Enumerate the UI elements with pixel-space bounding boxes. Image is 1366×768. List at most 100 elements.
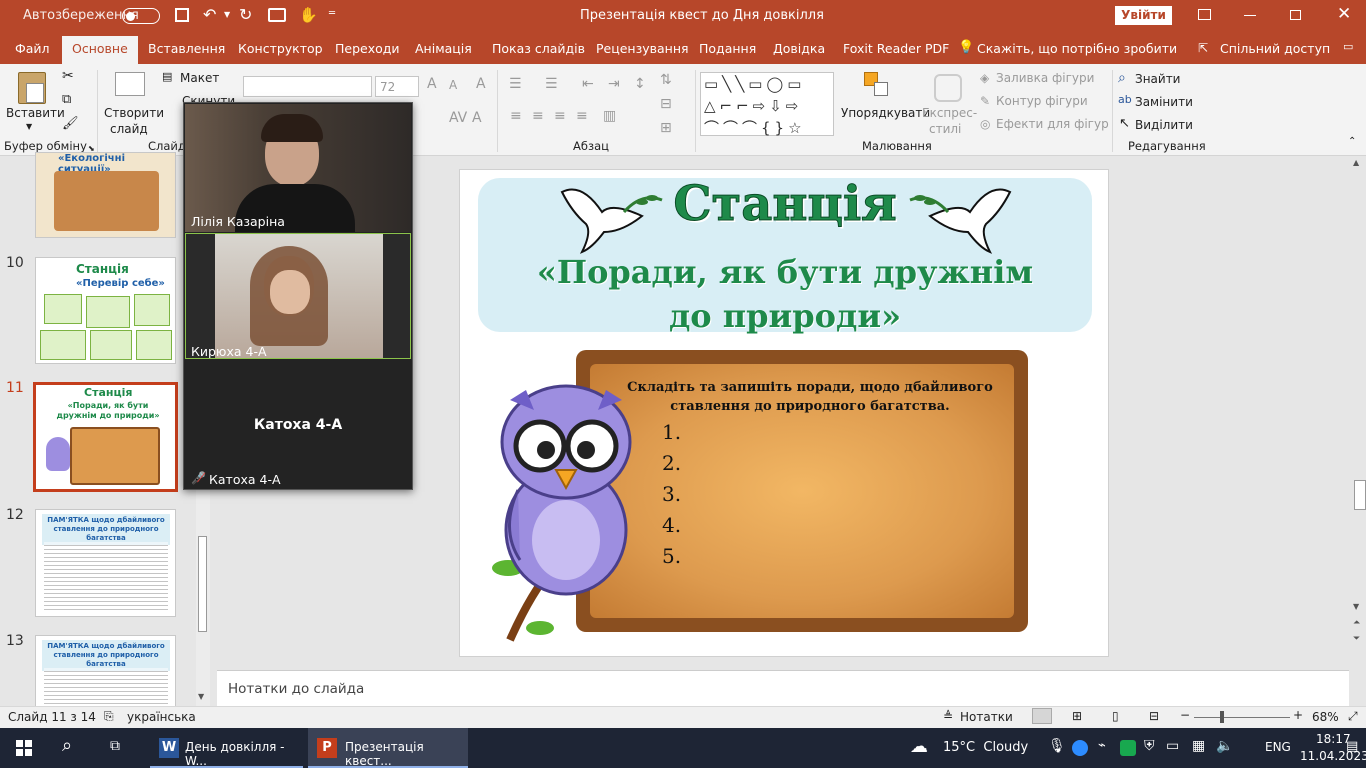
tab-transitions[interactable]: Переходи (335, 41, 400, 56)
shape-fill-button[interactable]: Заливка фігури (996, 71, 1094, 85)
new-slide-button-line2[interactable]: слайд (110, 122, 148, 136)
notes-pane[interactable]: Нотатки до слайда (217, 670, 1349, 706)
tray-app-icon[interactable] (1120, 740, 1136, 756)
editor-scroll-up-icon[interactable]: ▲ (1353, 158, 1359, 167)
windows-start-icon[interactable] (16, 740, 32, 756)
increase-font-icon[interactable]: A (427, 76, 437, 92)
paste-button[interactable]: Вставити (6, 106, 65, 120)
character-spacing-icon[interactable]: AV (449, 110, 467, 126)
select-button[interactable]: Виділити (1135, 118, 1193, 132)
cut-icon[interactable]: ✂ (62, 68, 74, 84)
board-task-text[interactable]: Складіть та запишіть поради, щодо дбайли… (610, 378, 1010, 416)
slideshow-view-icon[interactable]: ⊟ (1149, 709, 1159, 723)
autosave-toggle[interactable] (122, 8, 160, 24)
layout-button[interactable]: Макет (180, 71, 219, 85)
align-left-icon[interactable]: ≡ (510, 108, 522, 124)
tab-review[interactable]: Рецензування (596, 41, 689, 56)
redo-icon[interactable]: ↻ (239, 5, 252, 24)
font-color-icon[interactable]: A (472, 110, 482, 126)
ribbon-display-options-icon[interactable] (1198, 9, 1211, 20)
tab-animations[interactable]: Анімація (415, 41, 472, 56)
close-icon[interactable]: ✕ (1337, 4, 1351, 24)
list-item-1[interactable]: 1. (662, 420, 681, 444)
columns-icon[interactable]: ▥ (603, 108, 616, 124)
arrange-button[interactable]: Упорядкувати (841, 106, 930, 120)
prev-slide-icon[interactable]: ⏶ (1353, 618, 1360, 628)
tell-me-search[interactable]: Скажіть, що потрібно зробити (977, 41, 1177, 56)
save-icon[interactable] (175, 8, 189, 22)
slide-thumbnail-10[interactable]: Станція «Перевір себе» (35, 257, 176, 364)
align-text-icon[interactable]: ⊟ (660, 96, 672, 112)
shapes-gallery[interactable]: ▭╲╲▭◯▭ △⌐⌐⇨⇩⇨ ⌒⌒⌒{}☆ (700, 72, 834, 137)
clear-formatting-icon[interactable]: A (476, 76, 486, 92)
slide-subtitle[interactable]: «Поради, як бути дружнім до природи» (520, 250, 1050, 338)
search-icon[interactable]: ⌕ (62, 735, 72, 756)
tab-view[interactable]: Подання (699, 41, 756, 56)
arrange-icon[interactable] (864, 72, 890, 98)
align-right-icon[interactable]: ≡ (554, 108, 566, 124)
format-painter-icon[interactable]: 🖌 (62, 116, 79, 131)
minimize-icon[interactable] (1244, 15, 1256, 16)
list-item-2[interactable]: 2. (662, 451, 681, 475)
restore-icon[interactable] (1290, 10, 1301, 20)
scroll-thumb[interactable] (198, 536, 207, 632)
normal-view-icon[interactable] (1032, 708, 1052, 724)
editor-scroll-thumb[interactable] (1354, 480, 1366, 510)
shield-icon[interactable]: ⛨ (1144, 738, 1155, 754)
decrease-indent-icon[interactable]: ⇤ (582, 76, 594, 92)
volume-icon[interactable]: 🔈 (1216, 738, 1233, 754)
weather-text[interactable]: 15°C Cloudy (943, 740, 1028, 755)
zoom-app-icon[interactable] (1072, 740, 1088, 756)
tab-file[interactable]: Файл (15, 41, 50, 56)
language-indicator[interactable]: українська (127, 710, 196, 724)
list-item-5[interactable]: 5. (662, 544, 681, 568)
weather-cloud-icon[interactable]: ☁ (910, 736, 928, 757)
spellcheck-icon[interactable]: ⎘ (104, 709, 114, 724)
list-item-3[interactable]: 3. (662, 482, 681, 506)
line-spacing-icon[interactable]: ↕ (634, 76, 646, 92)
align-center-icon[interactable]: ≡ (532, 108, 544, 124)
list-item-4[interactable]: 4. (662, 513, 681, 537)
participant-tile-3[interactable]: Катоха 4-А 🎤̸ Катоха 4-А (185, 361, 411, 487)
increase-indent-icon[interactable]: ⇥ (608, 76, 620, 92)
undo-dropdown-icon[interactable]: ▼ (224, 10, 230, 19)
undo-icon[interactable]: ↶ (203, 5, 216, 24)
zoom-out-icon[interactable]: − (1180, 708, 1190, 722)
display-icon[interactable]: ▭ (1166, 738, 1179, 754)
quick-styles-icon[interactable] (934, 74, 962, 102)
justify-icon[interactable]: ≡ (576, 108, 588, 124)
video-call-overlay[interactable]: Лілія Казаріна Кирюха 4-А Катоха 4-А 🎤̸ … (183, 102, 413, 490)
font-size-box[interactable]: 72 (375, 76, 419, 97)
find-button[interactable]: Знайти (1135, 72, 1180, 86)
replace-button[interactable]: Замінити (1135, 95, 1193, 109)
slide-thumbnail-11-selected[interactable]: Станція «Поради, як бути дружнім до прир… (33, 382, 178, 492)
tab-help[interactable]: Довідка (773, 41, 825, 56)
tab-design[interactable]: Конструктор (238, 41, 323, 56)
share-button[interactable]: Спільний доступ (1220, 41, 1330, 56)
new-slide-icon[interactable] (115, 72, 145, 96)
paste-dropdown-icon[interactable]: ▼ (26, 122, 32, 131)
quick-styles-button-line2[interactable]: стилі (929, 122, 961, 136)
slide-thumbnail-13[interactable]: ПАМ'ЯТКА щодо дбайливого ставлення до пр… (35, 635, 176, 707)
shape-effects-button[interactable]: Ефекти для фігур (996, 117, 1109, 131)
microphone-icon[interactable]: 🎙 (1048, 738, 1066, 754)
customize-qat-icon[interactable]: ═ (329, 8, 335, 19)
tab-foxit[interactable]: Foxit Reader PDF (843, 41, 949, 56)
paste-icon[interactable] (18, 72, 46, 104)
decrease-font-icon[interactable]: A (449, 78, 457, 92)
tab-home[interactable]: Основне (62, 36, 138, 64)
slide-thumbnail-12[interactable]: ПАМ'ЯТКА щодо дбайливого ставлення до пр… (35, 509, 176, 617)
font-name-box[interactable] (243, 76, 372, 97)
touch-mode-icon[interactable]: ✋ (299, 6, 318, 24)
notes-toggle-button[interactable]: Нотатки (960, 710, 1013, 724)
language-switch[interactable]: ENG (1265, 740, 1291, 754)
reading-view-icon[interactable]: ▯ (1112, 709, 1119, 723)
signin-button[interactable]: Увійти (1115, 6, 1172, 25)
zoom-in-icon[interactable]: + (1293, 708, 1303, 722)
new-slide-button[interactable]: Створити (104, 106, 164, 120)
task-view-icon[interactable]: ⧉ (110, 738, 120, 754)
smartart-icon[interactable]: ⊞ (660, 120, 672, 136)
participant-tile-1[interactable]: Лілія Казаріна (185, 104, 411, 232)
taskbar-word-app[interactable]: W День довкілля - W... (150, 728, 303, 768)
notifications-icon[interactable]: ▤ (1346, 739, 1358, 754)
